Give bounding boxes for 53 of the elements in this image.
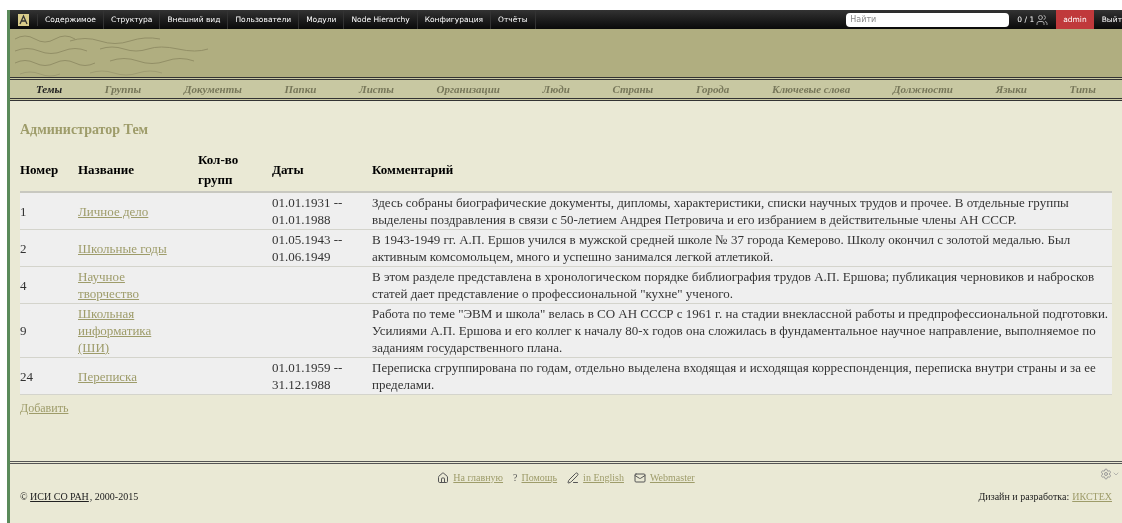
footer-link[interactable]: На главную bbox=[453, 470, 504, 485]
nav-tab[interactable]: Типы bbox=[1069, 80, 1096, 98]
footer-link[interactable]: in English bbox=[583, 470, 624, 485]
nav-tab[interactable]: Листы bbox=[359, 80, 394, 98]
copyright-notice: © ИСИ СО РАН, 2000-2015 bbox=[20, 490, 139, 504]
mail-icon bbox=[633, 471, 646, 484]
users-icon bbox=[1036, 13, 1049, 26]
topic-link[interactable]: Переписка bbox=[78, 367, 137, 385]
nav-tab[interactable]: Страны bbox=[612, 80, 654, 98]
table-cell: 01.01.1931 -- 01.01.1988 bbox=[272, 195, 343, 227]
nav-tab[interactable]: Ключевые слова bbox=[772, 80, 851, 98]
nav-tab[interactable]: Темы bbox=[36, 80, 63, 98]
add-link[interactable]: Добавить bbox=[20, 399, 69, 417]
nav-tab[interactable]: Люди bbox=[542, 80, 570, 98]
table-cell: Здесь собраны биографические документы, дипломы, характеристики, списки научных трудов и прочее. В отдельные группы выделены поздравления в связи с 50-летием Андрея Петровича и его избранием в действительные члены АН СССР. bbox=[372, 195, 1069, 227]
nav-tab[interactable]: Группы bbox=[104, 80, 142, 98]
column-header: Даты bbox=[272, 161, 304, 177]
topic-link[interactable]: Личное дело bbox=[78, 202, 149, 220]
nav-tab[interactable]: Должности bbox=[892, 80, 953, 98]
question-mark: ? bbox=[513, 471, 518, 485]
footer-link[interactable]: Webmaster bbox=[649, 470, 695, 485]
column-header: Кол-во групп bbox=[198, 152, 239, 187]
nav-tab[interactable]: Организации bbox=[436, 80, 500, 98]
table-cell: В 1943-1949 гг. А.П. Ершов учился в мужской средней школе № 37 города Кемерово. Школу окончил с золотой медалью. Был активным комсомольцем, много и успешно занимался легкой атлетикой. bbox=[372, 232, 1071, 264]
table-cell: 24 bbox=[20, 368, 33, 384]
search-field[interactable]: Найти bbox=[846, 12, 1010, 27]
pen-icon bbox=[567, 471, 580, 484]
nav-tab[interactable]: Документы bbox=[183, 80, 242, 98]
table-cell: Переписка сгруппирована по годам, отдельно выделена входящая и исходящая корреспонденция, переписка внутри страны и за ее пределами. bbox=[372, 360, 1096, 392]
nav-tab[interactable]: Языки bbox=[995, 80, 1027, 98]
topic-link[interactable]: Школьная информатика (ШИ) bbox=[78, 305, 178, 356]
topic-link[interactable]: Научное творчество bbox=[78, 268, 178, 302]
column-header: Номер bbox=[20, 161, 59, 177]
topic-link[interactable]: Школьные годы bbox=[78, 239, 167, 257]
table-cell: 2 bbox=[20, 240, 27, 256]
table-cell: 9 bbox=[20, 323, 27, 338]
footer-link[interactable]: Помощь bbox=[521, 470, 558, 485]
table-cell: 4 bbox=[20, 277, 27, 293]
table-cell: 01.05.1943 -- 01.06.1949 bbox=[272, 232, 343, 264]
page-title: Администратор Тем bbox=[20, 121, 150, 139]
table-cell: В этом разделе представлена в хронологическом порядке библиография трудов А.П. Ершова; публикация черновиков и набросков статей дает представление о профессиональной "кухне" ученого. bbox=[372, 269, 1095, 301]
developer-link[interactable]: ИКСТЕХ bbox=[1072, 489, 1112, 504]
column-header: Комментарий bbox=[372, 161, 454, 177]
table-cell: Работа по теме "ЭВМ и школа" велась в СО АН СССР с 1961 г. на стадии внеклассной работы и предпрофессиональной подготовки. Усилиями А.П. Ершова и его коллег к началу 80-х годов она сложилась в фундаментальное научное направление, выполняемое по заданиям государственного плана. bbox=[372, 306, 1109, 355]
credits-label: Дизайн и разработка: bbox=[978, 490, 1070, 504]
nav-tab[interactable]: Папки bbox=[284, 80, 317, 98]
institute-link[interactable]: ИСИ СО РАН bbox=[30, 491, 89, 502]
table-cell: 01.01.1959 -- 31.12.1988 bbox=[272, 360, 343, 392]
nav-tab[interactable]: Города bbox=[695, 80, 730, 98]
table-cell: 1 bbox=[20, 203, 27, 219]
logo-icon[interactable] bbox=[18, 13, 29, 26]
column-header: Название bbox=[78, 161, 135, 177]
home-icon bbox=[437, 471, 450, 484]
